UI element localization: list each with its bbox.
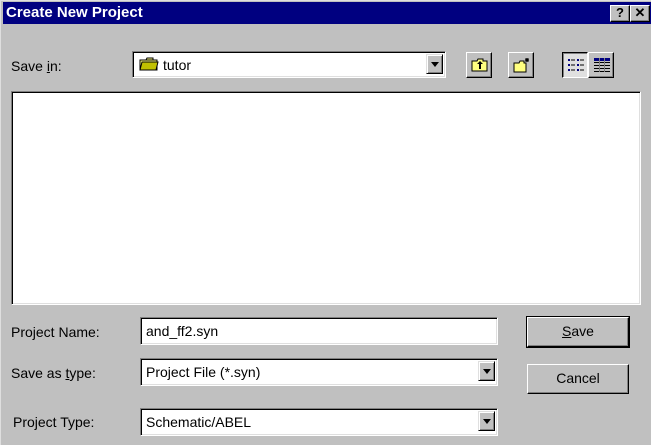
file-list[interactable] [11, 91, 641, 305]
save-button-label: Save [562, 323, 594, 339]
save-in-dropdown[interactable]: tutor [132, 51, 446, 78]
create-new-project-dialog: Create New Project ? ✕ Save in: tutor Pr… [0, 0, 651, 445]
project-name-label: Project Name: [11, 324, 100, 340]
chevron-down-icon [483, 419, 491, 424]
project-type-dropdown[interactable]: Schematic/ABEL [140, 408, 498, 436]
close-button[interactable]: ✕ [630, 5, 650, 22]
cancel-button-label: Cancel [556, 370, 600, 386]
up-one-level-button[interactable] [466, 52, 492, 78]
save-button[interactable]: Save [526, 316, 630, 348]
save-as-type-dropdown-button[interactable] [478, 361, 495, 381]
chevron-down-icon [483, 369, 491, 374]
save-as-type-value: Project File (*.syn) [146, 364, 261, 380]
save-in-label: Save in: [11, 58, 62, 74]
project-type-dropdown-button[interactable] [478, 411, 495, 431]
save-in-value: tutor [163, 57, 192, 73]
save-as-type-dropdown[interactable]: Project File (*.syn) [140, 358, 498, 386]
chevron-down-icon [431, 62, 439, 67]
window-title: Create New Project [6, 4, 143, 21]
create-new-folder-button[interactable] [508, 52, 534, 78]
project-name-input[interactable]: and_ff2.syn [140, 317, 498, 345]
project-name-value: and_ff2.syn [146, 323, 219, 339]
help-button[interactable]: ? [610, 5, 630, 22]
cancel-button[interactable]: Cancel [527, 364, 629, 394]
save-as-type-label: Save as type: [11, 365, 96, 381]
details-view-button[interactable] [588, 52, 614, 78]
folder-icon [139, 56, 159, 75]
save-in-dropdown-button[interactable] [426, 54, 443, 74]
title-bar[interactable]: Create New Project ? ✕ [3, 2, 651, 24]
project-type-value: Schematic/ABEL [146, 414, 252, 430]
list-view-button[interactable] [562, 52, 588, 78]
project-type-label: Project Type: [13, 414, 95, 430]
